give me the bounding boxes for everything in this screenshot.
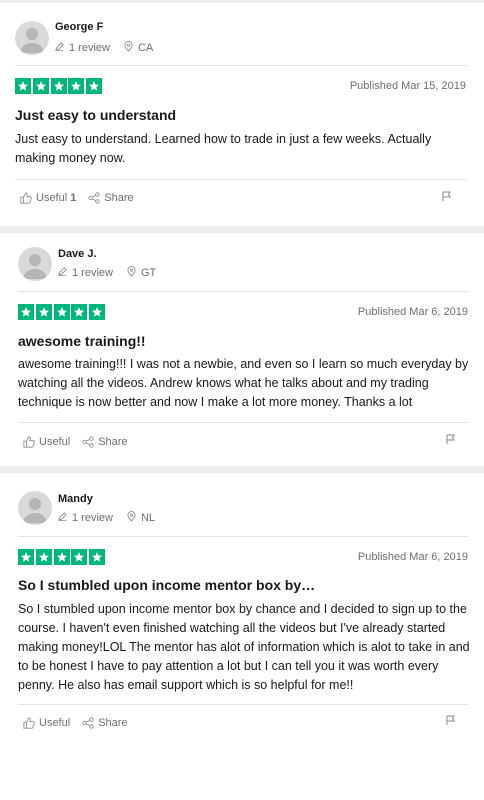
star-icon [53, 549, 70, 565]
share-label: Share [98, 436, 128, 448]
star-icon [35, 549, 52, 565]
star-icon [89, 304, 106, 320]
reviewer-country: NL [140, 512, 156, 524]
star-icon [53, 304, 70, 320]
star-icon [89, 549, 106, 565]
review-card: George F 1 review CA Published Mar 15, 2… [0, 3, 484, 226]
share-label: Share [104, 192, 134, 204]
reviewer-meta: 1 review NL [58, 511, 155, 525]
share-icon [82, 436, 94, 448]
review-card: Dave J. 1 review GT Published Mar 6, 201… [0, 233, 484, 466]
thumbs-up-icon [23, 436, 35, 448]
divider [18, 536, 468, 537]
star-icon [18, 549, 34, 565]
location-pin-icon [127, 266, 136, 280]
star-icon [50, 78, 67, 94]
useful-button[interactable]: Useful [23, 717, 70, 729]
share-label: Share [98, 717, 128, 729]
published-date: Published Mar 15, 2019 [349, 80, 466, 92]
review-body: Just easy to understand. Learned how to … [15, 132, 432, 165]
review-body: awesome training!!! I was not a newbie, … [18, 357, 469, 409]
star-icon [32, 78, 49, 94]
review-actions: Useful 1 Share [20, 192, 146, 204]
divider [15, 179, 467, 180]
flag-icon[interactable] [446, 432, 456, 450]
published-date: Published Mar 6, 2019 [357, 551, 468, 563]
avatar[interactable] [18, 247, 52, 281]
card-separator [0, 466, 484, 473]
star-rating [18, 549, 107, 565]
star-rating [15, 78, 104, 94]
review-title[interactable]: So I stumbled upon income mentor box by… [18, 577, 315, 593]
reviewer-name[interactable]: Mandy [58, 493, 93, 505]
reviewer-country: GT [140, 267, 157, 279]
flag-icon[interactable] [442, 189, 452, 207]
useful-button[interactable]: Useful [23, 436, 70, 448]
reviewer-country: CA [137, 42, 154, 54]
review-actions: Useful Share [23, 717, 140, 729]
pencil-icon [58, 512, 67, 524]
useful-button[interactable]: Useful 1 [20, 192, 76, 204]
review-title[interactable]: awesome training!! [18, 333, 146, 349]
star-icon [71, 304, 88, 320]
star-icon [35, 304, 52, 320]
share-icon [88, 192, 100, 204]
review-card: Mandy 1 review NL Published Mar 6, 2019 … [0, 473, 484, 748]
useful-label: Useful [39, 717, 71, 729]
published-date: Published Mar 6, 2019 [357, 306, 468, 318]
pencil-icon [55, 42, 64, 54]
thumbs-up-icon [20, 192, 32, 204]
reviewer-name[interactable]: George F [55, 21, 103, 33]
divider [18, 422, 468, 423]
share-icon [82, 717, 94, 729]
star-rating [18, 304, 107, 320]
reviewer-meta: 1 review GT [58, 266, 156, 280]
location-pin-icon [127, 511, 136, 525]
star-icon [71, 549, 88, 565]
thumbs-up-icon [23, 717, 35, 729]
card-separator [0, 226, 484, 233]
divider [18, 291, 468, 292]
star-icon [15, 78, 31, 94]
star-icon [86, 78, 103, 94]
star-icon [68, 78, 85, 94]
review-actions: Useful Share [23, 436, 140, 448]
review-count: 1 review [72, 512, 113, 524]
flag-icon[interactable] [446, 713, 456, 731]
share-button[interactable]: Share [82, 436, 128, 448]
review-count: 1 review [72, 267, 113, 279]
review-title[interactable]: Just easy to understand [15, 107, 176, 123]
reviewer-meta: 1 review CA [55, 41, 153, 55]
share-button[interactable]: Share [88, 192, 134, 204]
reviewer-name[interactable]: Dave J. [58, 248, 97, 260]
location-pin-icon [124, 41, 133, 55]
avatar[interactable] [15, 21, 49, 55]
useful-label: Useful [39, 436, 71, 448]
useful-count: 1 [70, 192, 77, 204]
share-button[interactable]: Share [82, 717, 128, 729]
divider [18, 704, 468, 705]
review-count: 1 review [69, 42, 110, 54]
pencil-icon [58, 267, 67, 279]
divider [15, 65, 467, 66]
avatar[interactable] [18, 491, 52, 525]
review-body: So I stumbled upon income mentor box by … [18, 602, 470, 692]
useful-label: Useful [36, 192, 68, 204]
star-icon [18, 304, 34, 320]
